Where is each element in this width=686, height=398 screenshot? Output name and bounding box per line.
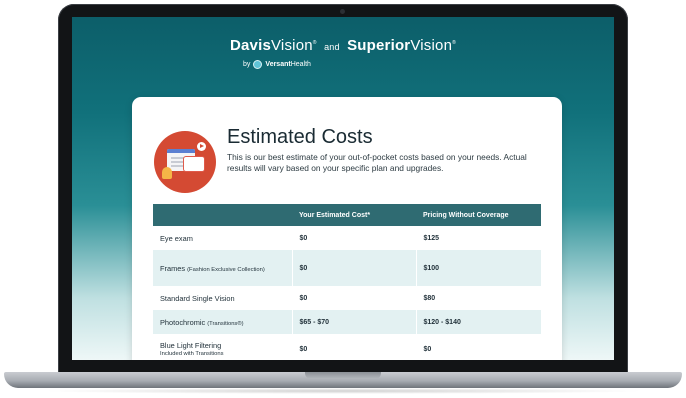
cost-illustration-icon [154, 131, 216, 193]
brand-logo: DavisVision® and SuperiorVision® [229, 37, 457, 54]
estimated-costs-card: Estimated Costs This is our best estimat… [132, 97, 562, 360]
pricing-without-coverage: $100 [416, 250, 541, 286]
page-title: Estimated Costs [227, 126, 373, 148]
service-note: (Transitions®) [207, 320, 244, 327]
table-row: Photochromic (Transitions®) $65 - $70 $1… [153, 310, 541, 334]
table-row: Frames (Fashion Exclusive Collection) $0… [153, 250, 541, 286]
header-service [153, 204, 292, 226]
laptop-base [4, 372, 682, 388]
header-estimated-cost: Your Estimated Cost* [292, 204, 416, 226]
estimated-cost: $0 [292, 334, 417, 360]
service-note: (Fashion Exclusive Collection) [187, 266, 265, 273]
estimated-cost: $65 - $70 [292, 310, 417, 334]
service-note: Included with Transitions [160, 350, 224, 357]
versant-health-byline: by VersantHealth [243, 59, 311, 69]
page-subtitle: This is our best estimate of your out-of… [227, 152, 527, 173]
pricing-without-coverage: $125 [416, 226, 541, 250]
table-row: Blue Light Filtering Included with Transi… [153, 334, 541, 360]
pricing-without-coverage: $120 - $140 [416, 310, 541, 334]
trackpad-notch [305, 372, 381, 379]
service-name: Frames [160, 263, 186, 273]
service-name: Photochromic [160, 317, 206, 327]
service-name: Standard Single Vision [160, 293, 235, 303]
estimated-cost: $0 [292, 250, 417, 286]
estimated-cost: $0 [292, 226, 417, 250]
service-name: Eye exam [160, 233, 193, 243]
screen: DavisVision® and SuperiorVision® by Vers… [72, 17, 614, 360]
camera-icon [340, 9, 345, 14]
cost-table: Your Estimated Cost* Pricing Without Cov… [153, 204, 541, 360]
table-row: Standard Single Vision $0 $80 [153, 286, 541, 310]
service-name: Blue Light Filtering [160, 340, 222, 350]
header-pricing-without-coverage: Pricing Without Coverage [416, 204, 541, 226]
pricing-without-coverage: $80 [416, 286, 541, 310]
pricing-without-coverage: $0 [416, 334, 541, 360]
versant-health-logo-icon [253, 59, 263, 69]
table-row: Eye exam $0 $125 [153, 226, 541, 250]
estimated-cost: $0 [292, 286, 417, 310]
